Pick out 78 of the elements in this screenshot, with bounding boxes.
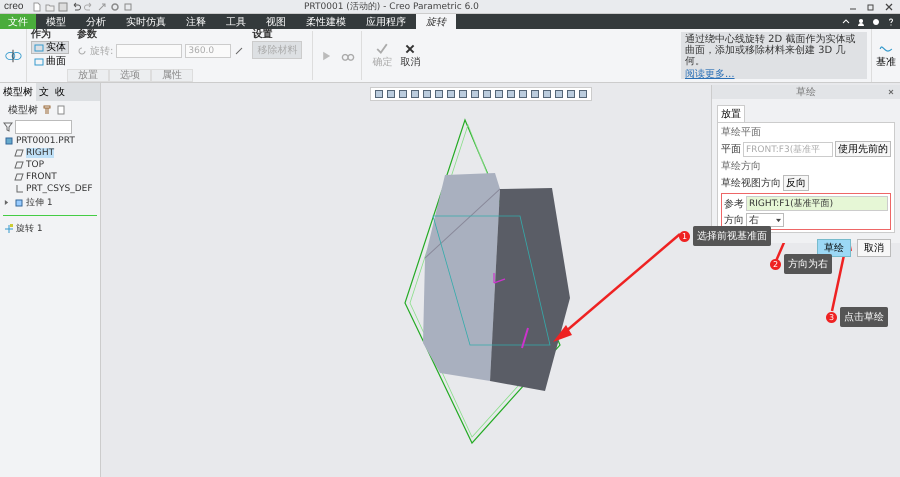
cancel-button[interactable]: 取消 [857, 239, 891, 257]
ribbon-tab[interactable]: 旋转 [416, 14, 456, 29]
callout-label: 点击草绘 [840, 307, 888, 327]
window-title: PRT0001 (活动的) - Creo Parametric 6.0 [304, 0, 480, 13]
group-title: 作为 [31, 29, 52, 40]
undo-icon[interactable] [71, 2, 82, 12]
tools-icon[interactable] [42, 105, 52, 115]
ribbon-tab[interactable]: 视图 [256, 14, 296, 29]
group-title: 参数 [77, 29, 98, 40]
tree-item[interactable]: 旋转 1 [0, 221, 100, 236]
panel-tab[interactable]: 文 [36, 83, 52, 101]
ribbon-tab[interactable]: 柔性建模 [296, 14, 356, 29]
help-icon[interactable] [886, 16, 896, 26]
cancel-button[interactable]: 取消 [396, 29, 424, 82]
reference-field[interactable]: RIGHT:F1(基准平面) [746, 196, 888, 211]
read-more-link[interactable]: 阅读更多... [685, 67, 863, 81]
search-field[interactable] [15, 120, 72, 134]
step-number-badge: 1 [679, 230, 690, 242]
restore-icon[interactable] [866, 2, 876, 12]
axis-field[interactable] [116, 44, 182, 58]
ribbon-tab[interactable]: 应用程序 [356, 14, 416, 29]
tree-item[interactable]: FRONT [0, 171, 100, 183]
tree-item[interactable]: RIGHT [0, 147, 100, 159]
ribbon-tab[interactable]: 工具 [216, 14, 256, 29]
solid-icon [34, 42, 44, 52]
close-icon[interactable] [884, 2, 894, 12]
type-option-button[interactable]: 实体 [31, 41, 69, 54]
tree-item[interactable]: PRT_CSYS_DEF [0, 183, 100, 195]
ribbon-tab[interactable]: 分析 [76, 14, 116, 29]
rotate-icon [77, 46, 87, 56]
block-icon [14, 198, 24, 208]
window-icon[interactable] [123, 2, 134, 12]
tree-item[interactable]: PRT0001.PRT [0, 135, 100, 147]
close-icon[interactable] [886, 87, 896, 97]
panel-tab[interactable]: 收 [52, 83, 68, 101]
field-label: 平面 [721, 143, 741, 156]
app-logo: creo [4, 1, 24, 12]
callout-label: 方向为右 [784, 254, 832, 274]
expand-arrow-icon[interactable] [4, 200, 9, 205]
sketch-button[interactable]: 草绘 [817, 239, 851, 257]
section-title: 草绘方向 [721, 160, 762, 173]
new-file-icon[interactable] [32, 2, 42, 12]
revolve-icon [4, 48, 22, 62]
step-number-badge: 3 [826, 312, 837, 322]
filter-icon[interactable] [3, 122, 13, 132]
help-text: 通过绕中心线旋转 2D 截面作为实体或曲面，添加或移除材料来创建 3D 几何。 [685, 34, 856, 67]
tree-label: 模型树 [8, 104, 38, 117]
ribbon-tab[interactable]: 实时仿真 [116, 14, 176, 29]
callout-label: 选择前视基准面 [693, 226, 771, 246]
coordinate-system-icon [14, 184, 24, 194]
caret-icon [776, 218, 781, 222]
field-label: 方向 [724, 214, 744, 227]
panel-tab[interactable]: 模型树 [0, 83, 36, 101]
ribbon-tab[interactable]: 注释 [176, 14, 216, 29]
direction-dropdown[interactable]: 右 [746, 213, 784, 227]
check-icon [375, 42, 390, 54]
revolve-icon [4, 224, 14, 234]
angle-label: 旋转: [90, 44, 114, 58]
field-label: 草绘视图方向 [721, 176, 781, 190]
flip-angle-icon[interactable] [234, 46, 244, 56]
tree-item-label: 旋转 1 [16, 222, 43, 235]
field-label: 参考 [724, 198, 744, 210]
dialog-title: 草绘 [796, 86, 816, 99]
flip-button[interactable]: 反向 [783, 175, 809, 191]
dialog-tab[interactable]: 放置 [717, 105, 745, 122]
group-title: 设置 [252, 29, 274, 40]
save-icon[interactable] [58, 2, 68, 12]
section-title: 草绘平面 [721, 126, 762, 139]
document-icon[interactable] [56, 105, 66, 115]
step-number-badge: 2 [770, 258, 781, 270]
person-icon[interactable] [856, 16, 866, 26]
tree-item[interactable]: 拉伸 1 [0, 195, 100, 210]
type-option-button[interactable]: 曲面 [31, 55, 69, 68]
surface-icon [34, 56, 44, 66]
use-previous-button[interactable]: 使用先前的 [835, 141, 891, 157]
tree-item[interactable]: TOP [0, 159, 100, 171]
datum-button[interactable]: 基准 [871, 29, 900, 82]
ribbon-tab[interactable]: 模型 [36, 14, 76, 29]
